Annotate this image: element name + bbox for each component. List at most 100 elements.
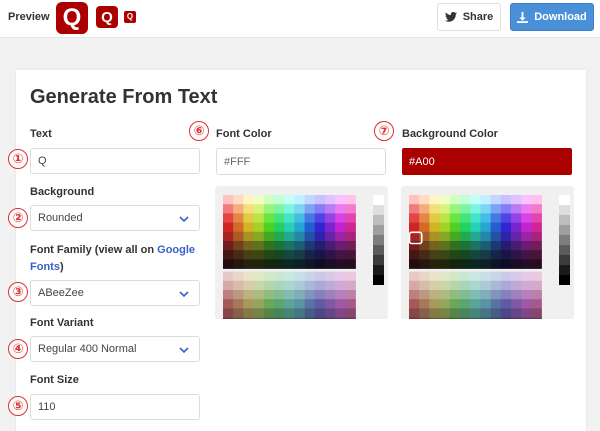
color-swatch[interactable] (439, 290, 451, 300)
color-swatch[interactable] (325, 280, 336, 291)
color-swatch[interactable] (429, 241, 440, 251)
color-swatch[interactable] (233, 290, 244, 300)
color-swatch[interactable] (521, 231, 532, 242)
color-swatch[interactable] (470, 280, 481, 291)
color-swatch[interactable] (460, 271, 471, 282)
color-swatch[interactable] (470, 213, 481, 223)
color-swatch[interactable] (304, 204, 316, 214)
color-swatch[interactable] (490, 317, 502, 319)
color-swatch[interactable] (345, 280, 356, 291)
color-swatch[interactable] (449, 308, 461, 318)
color-swatch[interactable] (480, 213, 491, 223)
color-swatch[interactable] (409, 290, 420, 300)
color-swatch[interactable] (325, 250, 336, 260)
font-color-palette[interactable] (215, 186, 388, 319)
color-swatch[interactable] (409, 299, 420, 309)
color-swatch[interactable] (294, 299, 305, 309)
color-swatch[interactable] (253, 250, 265, 260)
color-swatch[interactable] (470, 222, 481, 233)
color-swatch[interactable] (274, 317, 285, 319)
color-swatch[interactable] (314, 231, 326, 242)
color-swatch[interactable] (304, 280, 316, 291)
color-swatch[interactable] (470, 231, 481, 242)
color-swatch[interactable] (531, 231, 542, 242)
color-swatch[interactable] (439, 259, 451, 269)
color-swatch[interactable] (521, 195, 532, 205)
color-swatch[interactable] (263, 290, 275, 300)
download-button[interactable]: Download (510, 3, 594, 31)
color-swatch[interactable] (335, 308, 346, 318)
color-swatch[interactable] (294, 250, 305, 260)
color-swatch[interactable] (253, 290, 265, 300)
color-swatch[interactable] (314, 299, 326, 309)
color-swatch[interactable] (345, 222, 356, 233)
color-swatch[interactable] (449, 222, 461, 233)
color-swatch[interactable] (263, 231, 275, 242)
color-swatch[interactable] (284, 299, 295, 309)
color-swatch[interactable] (470, 204, 481, 214)
color-swatch[interactable] (223, 195, 234, 205)
color-swatch[interactable] (511, 250, 522, 260)
color-swatch[interactable] (460, 250, 471, 260)
share-button[interactable]: Share (437, 3, 501, 31)
color-swatch[interactable] (449, 280, 461, 291)
color-swatch[interactable] (314, 280, 326, 291)
color-swatch[interactable] (325, 317, 336, 319)
color-swatch[interactable] (500, 280, 512, 291)
color-swatch[interactable] (429, 259, 440, 269)
color-swatch[interactable] (531, 271, 542, 282)
color-swatch[interactable] (263, 195, 275, 205)
color-swatch[interactable] (521, 317, 532, 319)
color-swatch[interactable] (480, 271, 491, 282)
color-swatch[interactable] (284, 204, 295, 214)
color-swatch[interactable] (511, 195, 522, 205)
color-swatch[interactable] (490, 204, 502, 214)
color-swatch[interactable] (253, 308, 265, 318)
color-swatch[interactable] (325, 222, 336, 233)
color-swatch[interactable] (335, 280, 346, 291)
color-swatch[interactable] (531, 195, 542, 205)
grayscale-swatch[interactable] (559, 215, 570, 225)
color-swatch[interactable] (490, 290, 502, 300)
color-swatch[interactable] (274, 271, 285, 282)
color-swatch[interactable] (460, 280, 471, 291)
color-swatch[interactable] (531, 308, 542, 318)
color-swatch[interactable] (511, 280, 522, 291)
color-swatch[interactable] (243, 271, 254, 282)
font-color-input[interactable]: #FFF (216, 148, 386, 175)
color-swatch[interactable] (284, 271, 295, 282)
color-swatch[interactable] (253, 222, 265, 233)
grayscale-swatch[interactable] (373, 195, 384, 205)
color-swatch[interactable] (304, 213, 316, 223)
color-swatch[interactable] (233, 299, 244, 309)
color-swatch[interactable] (263, 308, 275, 318)
color-swatch[interactable] (490, 241, 502, 251)
color-swatch[interactable] (480, 280, 491, 291)
color-swatch[interactable] (243, 222, 254, 233)
color-swatch[interactable] (263, 250, 275, 260)
color-swatch[interactable] (284, 222, 295, 233)
grayscale-swatch[interactable] (373, 265, 384, 275)
background-color-input[interactable]: #A00 (402, 148, 572, 175)
color-swatch[interactable] (263, 213, 275, 223)
color-swatch[interactable] (449, 290, 461, 300)
color-swatch[interactable] (460, 308, 471, 318)
color-swatch[interactable] (419, 250, 430, 260)
color-swatch[interactable] (253, 195, 265, 205)
color-swatch[interactable] (253, 213, 265, 223)
color-swatch[interactable] (511, 290, 522, 300)
color-swatch[interactable] (314, 290, 326, 300)
color-swatch[interactable] (233, 241, 244, 251)
color-swatch[interactable] (223, 250, 234, 260)
color-swatch[interactable] (345, 259, 356, 269)
color-swatch[interactable] (470, 290, 481, 300)
color-swatch[interactable] (304, 308, 316, 318)
color-swatch[interactable] (243, 204, 254, 214)
color-swatch[interactable] (325, 231, 336, 242)
color-swatch[interactable] (294, 259, 305, 269)
color-swatch[interactable] (253, 259, 265, 269)
color-swatch[interactable] (335, 250, 346, 260)
color-swatch[interactable] (439, 222, 451, 233)
color-swatch[interactable] (511, 317, 522, 319)
color-swatch[interactable] (233, 204, 244, 214)
